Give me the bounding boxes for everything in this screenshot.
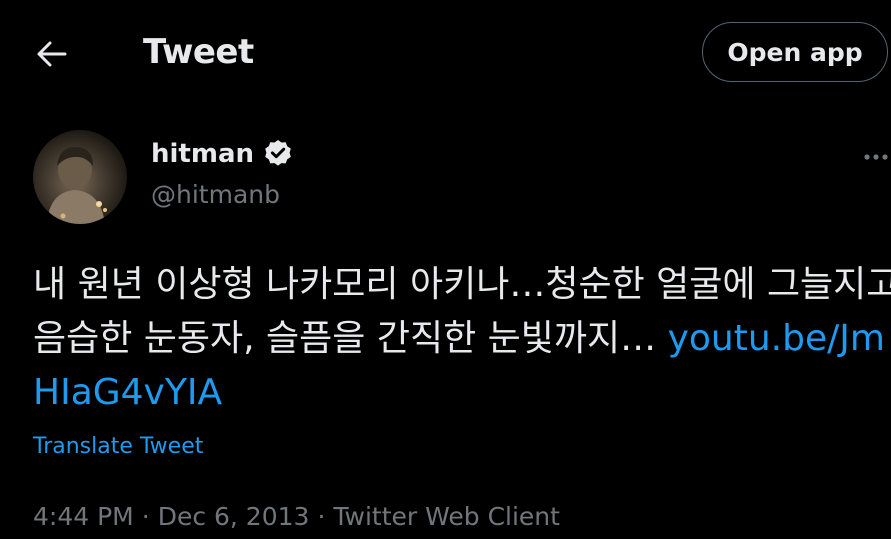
more-dots-icon — [864, 154, 888, 160]
avatar[interactable] — [33, 130, 127, 224]
page-title: Tweet — [143, 32, 254, 72]
verified-badge-icon — [262, 138, 294, 170]
tweet-date[interactable]: Dec 6, 2013 — [158, 502, 310, 531]
author-name-row[interactable]: hitman — [151, 138, 294, 170]
tweet-client: Twitter Web Client — [333, 502, 560, 531]
arrow-left-icon — [37, 41, 67, 67]
tweet-time[interactable]: 4:44 PM — [33, 502, 134, 531]
tweet-text: 내 원년 이상형 나카모리 아키나…청순한 얼굴에 그늘지고 음습한 눈동자, … — [33, 258, 891, 420]
top-bar: Tweet Open app — [0, 0, 891, 108]
avatar-photo — [47, 146, 107, 224]
author-handle[interactable]: @hitmanb — [151, 180, 280, 209]
more-options-button[interactable] — [858, 146, 891, 168]
meta-separator: · — [141, 502, 150, 531]
meta-separator: · — [317, 502, 326, 531]
translate-tweet-button[interactable]: Translate Tweet — [33, 434, 203, 459]
display-name[interactable]: hitman — [151, 139, 254, 169]
back-button[interactable] — [30, 34, 74, 74]
open-app-button[interactable]: Open app — [702, 22, 888, 82]
tweet-metadata: 4:44 PM · Dec 6, 2013 · Twitter Web Client — [33, 502, 560, 531]
